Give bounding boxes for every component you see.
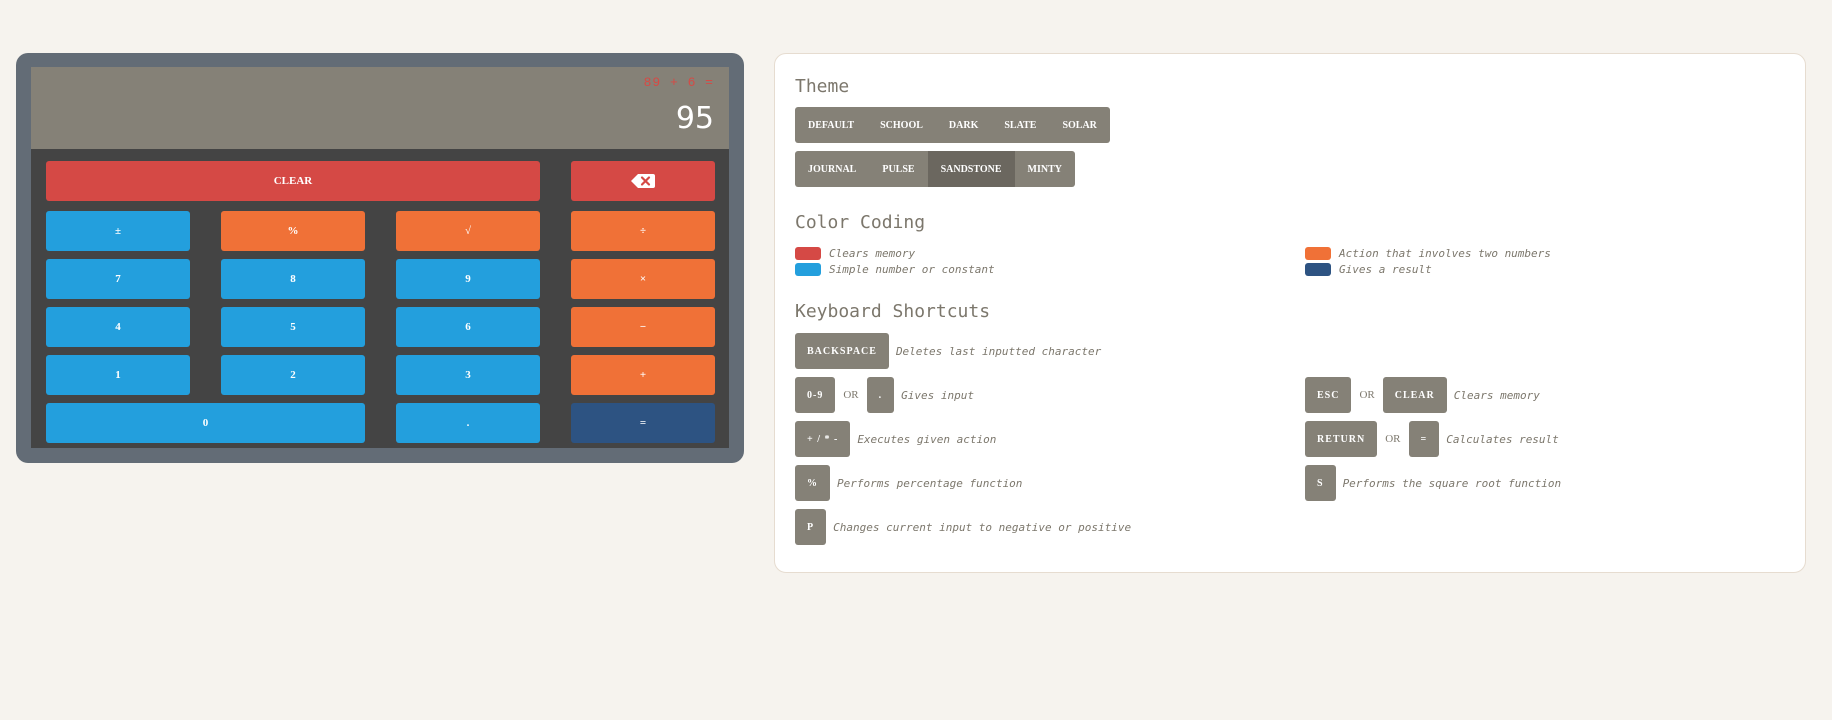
orange-swatch [1305,246,1331,260]
red-swatch [795,246,821,260]
legend-action-text: Action that involves two numbers [1339,246,1551,260]
negate-button[interactable]: ± [46,211,190,251]
kbd-s: S [1305,465,1336,501]
shortcut-input-desc: Gives input [901,388,974,402]
clear-button[interactable]: CLEAR [46,161,540,201]
digit-5-button[interactable]: 5 [221,307,365,347]
kbd-clear: CLEAR [1382,377,1447,413]
digit-1-button[interactable]: 1 [46,355,190,395]
kbd-percent: % [795,465,830,501]
shortcut-return: RETURN OR = Calculates result [1305,421,1559,457]
percent-button[interactable]: % [221,211,365,251]
help-panel: Theme DEFAULT SCHOOL DARK SLATE SOLAR JO… [774,53,1806,573]
shortcut-percent: % Performs percentage function [795,465,1022,501]
shortcut-backspace: BACKSPACE Deletes last inputted characte… [795,333,1101,369]
kbd-p: P [795,509,827,545]
theme-minty-button[interactable]: MINTY [1015,151,1075,187]
digit-7-button[interactable]: 7 [46,259,190,299]
shortcut-clear: ESC OR CLEAR Clears memory [1305,377,1540,413]
backspace-icon [631,174,655,188]
navy-swatch [1305,262,1331,276]
kbd-digits: 0-9 [795,377,836,413]
calculator-body: 89 + 6 = 95 CLEAR ± % √ ÷ 7 8 9 × 4 5 6 … [31,67,729,448]
kbd-operators: + / * - [795,421,851,457]
shortcut-sqrt-desc: Performs the square root function [1342,476,1562,490]
kbd-dot: . [866,377,895,413]
legend-result: Gives a result [1305,262,1432,276]
digit-3-button[interactable]: 3 [396,355,540,395]
blue-swatch [795,262,821,276]
kbd-esc: ESC [1305,377,1352,413]
kbd-backspace: BACKSPACE [795,333,889,369]
or-label: OR [843,389,859,401]
theme-slate-button[interactable]: SLATE [991,107,1049,143]
digit-8-button[interactable]: 8 [221,259,365,299]
theme-sandstone-button[interactable]: SANDSTONE [927,151,1015,187]
digit-9-button[interactable]: 9 [396,259,540,299]
legend-clears-text: Clears memory [829,246,916,260]
digit-4-button[interactable]: 4 [46,307,190,347]
minus-button[interactable]: − [571,307,715,347]
theme-default-button[interactable]: DEFAULT [795,107,867,143]
or-label: OR [1385,433,1401,445]
legend-simple: Simple number or constant [795,262,995,276]
kbd-return: RETURN [1305,421,1378,457]
shortcut-input: 0-9 OR . Gives input [795,377,974,413]
backspace-button[interactable] [571,161,715,201]
shortcut-percent-desc: Performs percentage function [837,476,1023,490]
result-display: 95 [675,101,714,136]
theme-selector-row-2: JOURNAL PULSE SANDSTONE MINTY [795,151,1075,187]
kbd-equals: = [1408,421,1440,457]
legend-simple-text: Simple number or constant [829,262,995,276]
equals-button[interactable]: = [571,403,715,443]
legend-clears: Clears memory [795,246,915,260]
theme-heading: Theme [795,76,850,97]
shortcut-backspace-desc: Deletes last inputted character [895,344,1102,358]
shortcut-sqrt: S Performs the square root function [1305,465,1561,501]
legend-result-text: Gives a result [1339,262,1432,276]
decimal-button[interactable]: . [396,403,540,443]
theme-pulse-button[interactable]: PULSE [869,151,927,187]
theme-selector-row-1: DEFAULT SCHOOL DARK SLATE SOLAR [795,107,1110,143]
legend-action: Action that involves two numbers [1305,246,1551,260]
plus-button[interactable]: + [571,355,715,395]
digit-6-button[interactable]: 6 [396,307,540,347]
shortcut-negate: P Changes current input to negative or p… [795,509,1131,545]
multiply-button[interactable]: × [571,259,715,299]
shortcut-negate-desc: Changes current input to negative or pos… [833,520,1132,534]
color-coding-heading: Color Coding [795,212,926,233]
keyboard-shortcuts-heading: Keyboard Shortcuts [795,301,991,322]
shortcut-operators-desc: Executes given action [857,432,997,446]
shortcut-clear-desc: Clears memory [1453,388,1540,402]
digit-0-button[interactable]: 0 [46,403,365,443]
expression-display: 89 + 6 = [643,75,714,90]
shortcut-operators: + / * - Executes given action [795,421,996,457]
theme-journal-button[interactable]: JOURNAL [795,151,869,187]
or-label: OR [1359,389,1375,401]
theme-solar-button[interactable]: SOLAR [1049,107,1109,143]
theme-school-button[interactable]: SCHOOL [867,107,936,143]
digit-2-button[interactable]: 2 [221,355,365,395]
theme-dark-button[interactable]: DARK [936,107,991,143]
sqrt-button[interactable]: √ [396,211,540,251]
shortcut-return-desc: Calculates result [1446,432,1559,446]
divide-button[interactable]: ÷ [571,211,715,251]
calculator-display: 89 + 6 = 95 [31,67,729,149]
calculator: 89 + 6 = 95 CLEAR ± % √ ÷ 7 8 9 × 4 5 6 … [16,53,744,463]
